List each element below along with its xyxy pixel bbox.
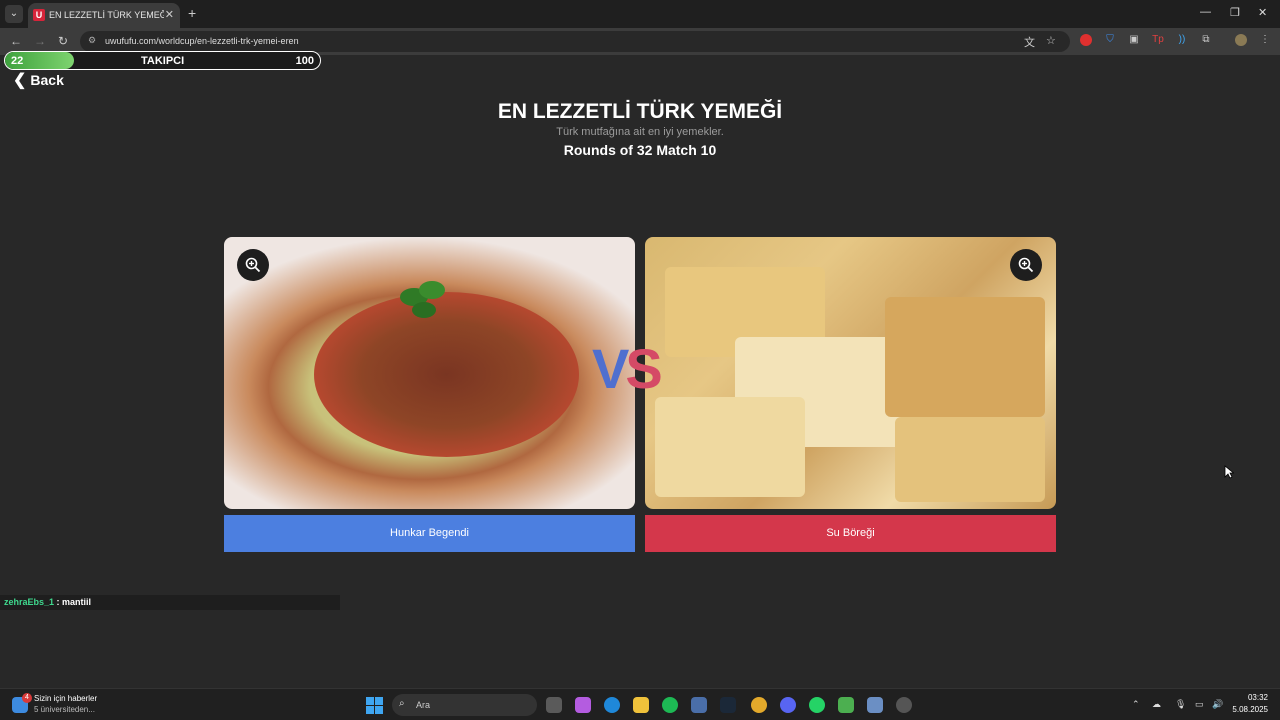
chat-text: mantiil <box>62 597 92 607</box>
left-choice-image[interactable] <box>224 237 635 509</box>
right-choice-image[interactable] <box>645 237 1056 509</box>
extension-box-icon[interactable]: ▣ <box>1128 34 1140 46</box>
page-title: EN LEZZETLİ TÜRK YEMEĞİ <box>497 100 783 123</box>
pastry-slice <box>895 417 1045 502</box>
obs-icon[interactable] <box>896 697 912 713</box>
search-icon: ⌕ <box>399 698 405 709</box>
url-text[interactable]: uwufufu.com/worldcup/en-lezzetli-trk-yem… <box>105 36 299 46</box>
uwufufu-favicon-icon: U <box>33 9 45 21</box>
task-view-icon[interactable] <box>546 697 562 713</box>
extension-tp-icon[interactable]: Tp <box>1152 34 1164 46</box>
chrome-icon[interactable] <box>751 697 767 713</box>
edge-icon[interactable] <box>604 697 620 713</box>
steam-icon[interactable] <box>720 697 736 713</box>
mouse-cursor-icon <box>1224 465 1234 479</box>
restore-icon[interactable]: ❐ <box>1230 6 1240 19</box>
pastry-slice <box>885 297 1045 417</box>
discord-icon[interactable] <box>780 697 796 713</box>
copilot-icon[interactable] <box>575 697 591 713</box>
back-arrow-icon[interactable]: ← <box>10 34 22 48</box>
chat-username: zehraEbs_1 <box>4 597 55 607</box>
whatsapp-icon[interactable] <box>809 697 825 713</box>
browser-window: ⌄ U EN LEZZETLİ TÜRK YEMEĞİ | Uw ✕ + — ❐… <box>0 0 1280 720</box>
pastry-slice <box>655 397 805 497</box>
profile-avatar[interactable] <box>1235 34 1247 46</box>
back-label: Back <box>30 72 64 88</box>
progress-label: TAKIPCI <box>141 55 185 67</box>
round-info: Rounds of 32 Match 10 <box>563 142 717 158</box>
choice-right-button[interactable]: Su Böreği <box>645 515 1056 552</box>
choice-left-button[interactable]: Hunkar Begendi <box>224 515 635 552</box>
forward-arrow-icon[interactable]: → <box>34 34 46 48</box>
follower-progress-bar: 22 TAKIPCI 100 <box>4 51 321 70</box>
news-badge: 4 <box>22 693 32 703</box>
windows-start-icon[interactable] <box>366 697 383 714</box>
reload-icon[interactable]: ↻ <box>58 34 68 48</box>
extension-shield-icon[interactable]: ⛉ <box>1104 34 1116 46</box>
vs-s: S <box>625 337 662 400</box>
clock-time[interactable]: 03:32 <box>1248 693 1268 702</box>
xbox-icon[interactable] <box>838 697 854 713</box>
chevron-left-icon: ❮ <box>13 72 27 89</box>
onedrive-icon[interactable]: ☁ <box>1152 699 1161 710</box>
address-bar[interactable]: ⚙ uwufufu.com/worldcup/en-lezzetli-trk-y… <box>80 31 1070 52</box>
chat-separator: : <box>54 597 63 607</box>
vs-label: VS <box>592 336 663 401</box>
progress-start-value: 22 <box>11 55 24 67</box>
microphone-icon[interactable]: 🎙 <box>1175 699 1186 710</box>
extension-red-icon[interactable] <box>1080 34 1092 46</box>
chat-message: zehraEbs_1 : mantiil <box>0 595 340 610</box>
back-button[interactable]: ❮ Back <box>13 70 64 90</box>
bookmark-star-icon[interactable]: ☆ <box>1046 34 1056 47</box>
zoom-in-right-icon[interactable] <box>1010 249 1042 281</box>
clock-date[interactable]: 5.08.2025 <box>1232 705 1268 714</box>
browser-tab[interactable]: U EN LEZZETLİ TÜRK YEMEĞİ | Uw ✕ <box>28 3 180 28</box>
taskbar: 4 Sizin için haberler 5 üniversiteden...… <box>0 688 1280 720</box>
close-tab-icon[interactable]: ✕ <box>165 8 174 21</box>
app-icon[interactable] <box>867 697 883 713</box>
tab-search-icon[interactable]: ⌄ <box>5 5 23 23</box>
news-subtitle[interactable]: 5 üniversiteden... <box>34 705 95 714</box>
tray-chevron-up-icon[interactable]: ⌃ <box>1132 699 1140 710</box>
extension-audio-icon[interactable]: )) <box>1176 34 1188 46</box>
vs-v: V <box>592 337 629 400</box>
tab-strip: ⌄ U EN LEZZETLİ TÜRK YEMEĞİ | Uw ✕ + — ❐… <box>0 0 1280 28</box>
network-icon[interactable]: ▭ <box>1195 699 1204 710</box>
minimize-icon[interactable]: — <box>1200 6 1211 18</box>
spotify-icon[interactable] <box>662 697 678 713</box>
close-window-icon[interactable]: ✕ <box>1258 6 1267 19</box>
extensions-puzzle-icon[interactable]: ⧉ <box>1200 34 1212 46</box>
new-tab-icon[interactable]: + <box>188 5 196 21</box>
site-info-icon[interactable]: ⚙ <box>88 35 96 46</box>
store-icon[interactable] <box>691 697 707 713</box>
taskbar-search[interactable]: ⌕ Ara <box>392 694 537 716</box>
translate-icon[interactable]: 文 <box>1024 34 1035 50</box>
parsley-garnish <box>400 281 445 318</box>
zoom-in-left-icon[interactable] <box>237 249 269 281</box>
tab-title: EN LEZZETLİ TÜRK YEMEĞİ | Uw <box>49 10 164 20</box>
progress-end-value: 100 <box>295 55 314 67</box>
news-title[interactable]: Sizin için haberler <box>34 694 97 703</box>
search-placeholder: Ara <box>416 700 431 710</box>
volume-icon[interactable]: 🔊 <box>1212 699 1223 710</box>
page-subtitle: Türk mutfağına ait en iyi yemekler. <box>556 126 724 138</box>
file-explorer-icon[interactable] <box>633 697 649 713</box>
menu-kebab-icon[interactable]: ⋮ <box>1259 34 1271 46</box>
